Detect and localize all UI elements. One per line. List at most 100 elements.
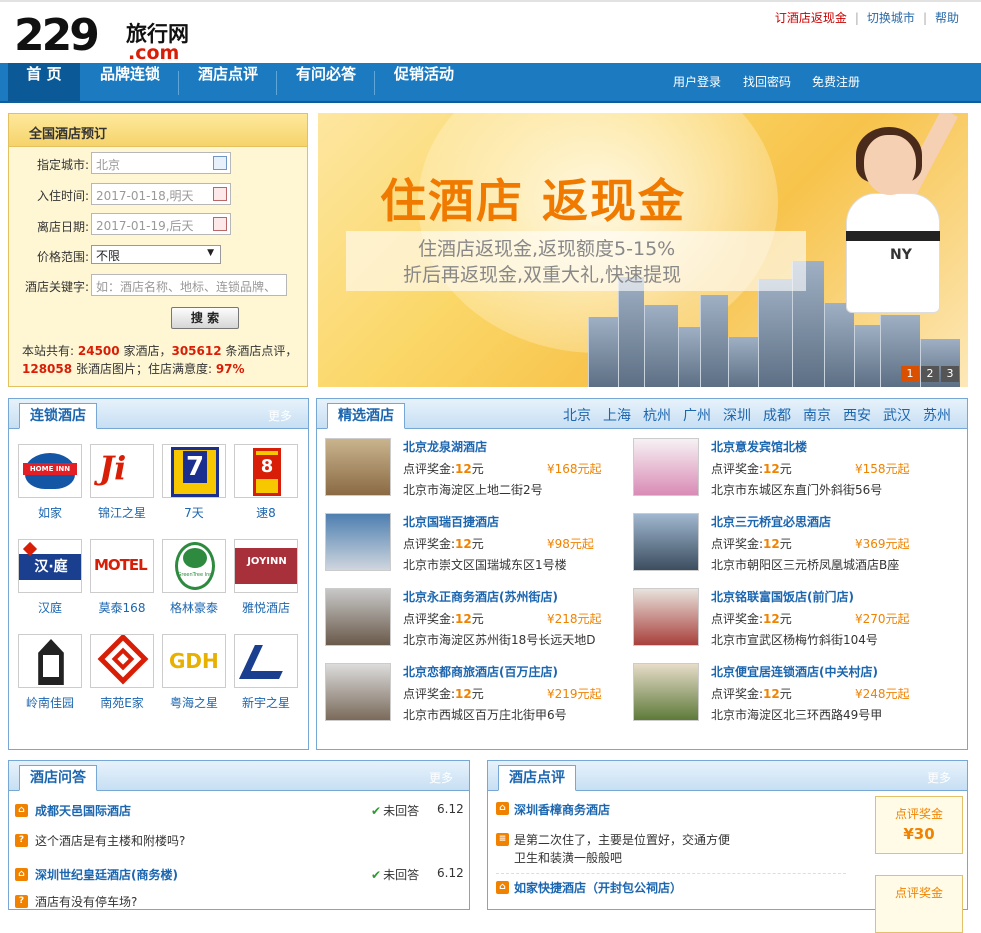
brand-logo-nanyuan[interactable] xyxy=(90,634,154,688)
brand-7days[interactable]: 7 7天 xyxy=(162,444,226,521)
banner-page-3[interactable]: 3 xyxy=(941,366,959,382)
brand-name[interactable]: 7天 xyxy=(162,504,226,521)
brand-xinyu[interactable]: 新宇之星 xyxy=(234,634,298,711)
hotel-photo[interactable] xyxy=(633,513,699,571)
reviews-more-link[interactable]: 更多 xyxy=(927,769,951,786)
brand-logo-greentree[interactable]: GreenTree Inn xyxy=(162,539,226,593)
hotel-photo[interactable] xyxy=(633,663,699,721)
brand-name[interactable]: 汉庭 xyxy=(18,599,82,616)
qa-question-text[interactable]: 酒店有没有停车场? xyxy=(35,893,137,910)
brand-name[interactable]: 新宇之星 xyxy=(234,694,298,711)
hotel-photo[interactable] xyxy=(325,663,391,721)
hotel-name[interactable]: 北京龙泉湖酒店 xyxy=(403,438,487,455)
city-input[interactable]: 北京 xyxy=(91,152,231,174)
hotel-name[interactable]: 北京便宜居连锁酒店(中关村店) xyxy=(711,663,878,680)
brand-name[interactable]: 岭南佳园 xyxy=(18,694,82,711)
hotel-photo[interactable] xyxy=(325,513,391,571)
hotel-name[interactable]: 北京恋都商旅酒店(百万庄店) xyxy=(403,663,558,680)
calendar-icon[interactable] xyxy=(213,187,227,201)
banner-page-2[interactable]: 2 xyxy=(921,366,939,382)
top-link-help[interactable]: 帮助 xyxy=(935,11,959,25)
brand-logo-lingnan[interactable] xyxy=(18,634,82,688)
nav-brands[interactable]: 品牌连锁 xyxy=(86,63,174,101)
banner-page-1[interactable]: 1 xyxy=(901,366,919,382)
brand-name[interactable]: 莫泰168 xyxy=(90,599,154,616)
hotel-name[interactable]: 北京意发宾馆北楼 xyxy=(711,438,807,455)
brand-logo-super8[interactable]: 8 xyxy=(234,444,298,498)
brand-logo-motel168[interactable]: MOTEL xyxy=(90,539,154,593)
hotel-reviews-tab[interactable]: 酒店点评 xyxy=(498,765,576,791)
hotel-photo[interactable] xyxy=(325,438,391,496)
review-hotel-name[interactable]: 如家快捷酒店（开封包公祠店） xyxy=(514,879,682,896)
hotel-qa-tab[interactable]: 酒店问答 xyxy=(19,765,97,791)
nav-home[interactable]: 首 页 xyxy=(8,63,80,101)
hotel-photo[interactable] xyxy=(633,438,699,496)
city-tab[interactable]: 成都 xyxy=(763,408,791,424)
brand-name[interactable]: 速8 xyxy=(234,504,298,521)
brand-name[interactable]: 如家 xyxy=(18,504,82,521)
hotel-photo[interactable] xyxy=(325,588,391,646)
brand-jinjiang[interactable]: Ji 锦江之星 xyxy=(90,444,154,521)
brand-super8[interactable]: 8 速8 xyxy=(234,444,298,521)
brand-hanting[interactable]: 汉·庭 汉庭 xyxy=(18,539,82,616)
brand-name[interactable]: 雅悦酒店 xyxy=(234,599,298,616)
brand-greentree[interactable]: GreenTree Inn 格林豪泰 xyxy=(162,539,226,616)
city-tab[interactable]: 广州 xyxy=(683,408,711,424)
price-select[interactable]: 不限 ▼ xyxy=(91,245,221,264)
nav-reviews[interactable]: 酒店点评 xyxy=(184,63,272,101)
qa-hotel-name[interactable]: 成都天邑国际酒店 xyxy=(35,802,131,819)
review-hotel-name[interactable]: 深圳香樟商务酒店 xyxy=(514,801,610,818)
city-tab[interactable]: 杭州 xyxy=(643,408,671,424)
hotel-name[interactable]: 北京三元桥宜必思酒店 xyxy=(711,513,831,530)
brand-joyinn[interactable]: JOYINN 雅悦酒店 xyxy=(234,539,298,616)
brand-logo-joyinn[interactable]: JOYINN xyxy=(234,539,298,593)
hotel-photo[interactable] xyxy=(633,588,699,646)
calendar-icon[interactable] xyxy=(213,217,227,231)
brand-logo-gdh[interactable]: GDH xyxy=(162,634,226,688)
nav-login[interactable]: 用户登录 xyxy=(673,63,721,101)
brand-name[interactable]: 格林豪泰 xyxy=(162,599,226,616)
search-button[interactable]: 搜 索 xyxy=(171,307,239,329)
brand-nanyuan[interactable]: 南苑E家 xyxy=(90,634,154,711)
top-link-switch-city[interactable]: 切换城市 xyxy=(867,11,915,25)
city-tab[interactable]: 深圳 xyxy=(723,408,751,424)
qa-hotel-name[interactable]: 深圳世纪皇廷酒店(商务楼) xyxy=(35,866,178,883)
brand-name[interactable]: 南苑E家 xyxy=(90,694,154,711)
nav-recover-password[interactable]: 找回密码 xyxy=(743,63,791,101)
checkout-date-input[interactable]: 2017-01-19,后天 xyxy=(91,213,231,235)
chain-more-link[interactable]: 更多 xyxy=(268,407,292,424)
brand-logo-hanting[interactable]: 汉·庭 xyxy=(18,539,82,593)
promo-banner[interactable]: 住酒店 返现金 住酒店返现金,返现额度5-15% 折后再返现金,双重大礼,快速提… xyxy=(318,113,968,387)
city-picker-icon[interactable] xyxy=(213,156,227,170)
brand-name[interactable]: 粤海之星 xyxy=(162,694,226,711)
brand-logo-xinyu[interactable] xyxy=(234,634,298,688)
checkin-date-input[interactable]: 2017-01-18,明天 xyxy=(91,183,231,205)
hotel-name[interactable]: 北京国瑞百捷酒店 xyxy=(403,513,499,530)
top-link-cashback[interactable]: 订酒店返现金 xyxy=(775,11,847,25)
chain-hotels-tab[interactable]: 连锁酒店 xyxy=(19,403,97,429)
city-tab[interactable]: 武汉 xyxy=(883,408,911,424)
nav-qa[interactable]: 有问必答 xyxy=(282,63,370,101)
brand-logo-homeinn[interactable]: HOME INN xyxy=(18,444,82,498)
brand-lingnan[interactable]: 岭南佳园 xyxy=(18,634,82,711)
city-tab[interactable]: 上海 xyxy=(603,408,631,424)
brand-gdh[interactable]: GDH 粤海之星 xyxy=(162,634,226,711)
city-tab[interactable]: 北京 xyxy=(563,408,591,424)
brand-logo-7days[interactable]: 7 xyxy=(162,444,226,498)
site-logo[interactable]: 229 旅行网 .com xyxy=(14,10,194,64)
hotel-name[interactable]: 北京铭联富国饭店(前门店) xyxy=(711,588,854,605)
nav-register[interactable]: 免费注册 xyxy=(812,63,860,101)
hotel-name[interactable]: 北京永正商务酒店(苏州街店) xyxy=(403,588,558,605)
brand-name[interactable]: 锦江之星 xyxy=(90,504,154,521)
featured-hotels-tab[interactable]: 精选酒店 xyxy=(327,403,405,429)
keyword-input[interactable]: 如：酒店名称、地标、连锁品牌、 xyxy=(91,274,287,296)
qa-more-link[interactable]: 更多 xyxy=(429,769,453,786)
brand-homeinn[interactable]: HOME INN 如家 xyxy=(18,444,82,521)
nav-promotions[interactable]: 促销活动 xyxy=(380,63,468,101)
qa-question-text[interactable]: 这个酒店是有主楼和附楼吗? xyxy=(35,832,185,849)
brand-motel168[interactable]: MOTEL 莫泰168 xyxy=(90,539,154,616)
brand-logo-jinjiang[interactable]: Ji xyxy=(90,444,154,498)
city-tab[interactable]: 苏州 xyxy=(923,408,951,424)
city-tab[interactable]: 南京 xyxy=(803,408,831,424)
city-tab[interactable]: 西安 xyxy=(843,408,871,424)
